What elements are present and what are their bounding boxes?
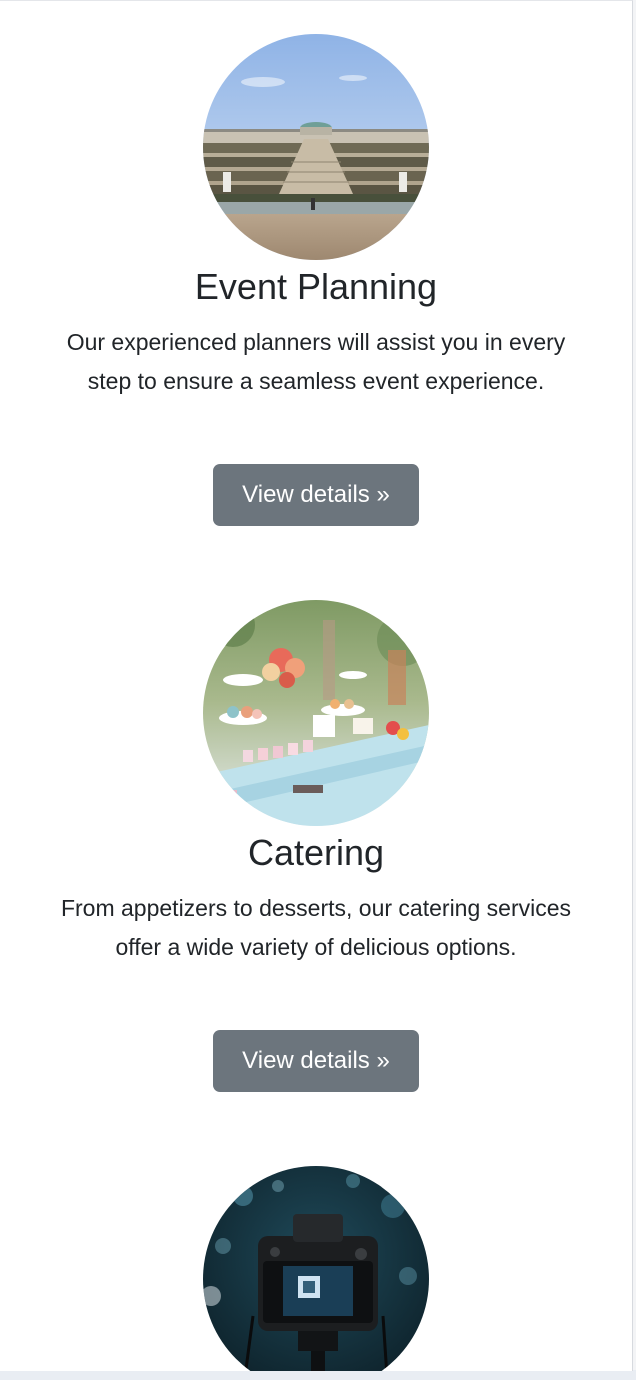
catering-title: Catering <box>247 832 385 873</box>
catering-description: From appetizers to desserts, our caterin… <box>60 895 572 960</box>
event-planning-description: Our experienced planners will assist you… <box>66 329 566 394</box>
event-planning-title: Event Planning <box>194 266 438 307</box>
camera-image <box>203 1166 429 1371</box>
catering-view-details-button[interactable]: View details » <box>213 1030 419 1092</box>
page-viewport: Event Planning Our experienced planners … <box>0 0 633 1371</box>
catering-image <box>203 600 429 826</box>
bottom-edge <box>0 1371 636 1380</box>
event-planning-image <box>203 34 429 260</box>
event-planning-view-details-button[interactable]: View details » <box>213 464 419 526</box>
